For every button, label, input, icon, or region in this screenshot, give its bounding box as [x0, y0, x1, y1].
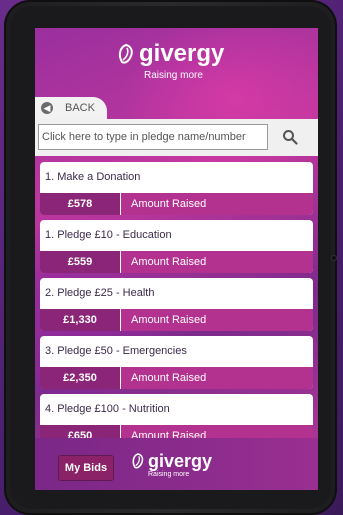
logo-tagline: Raising more	[144, 70, 203, 81]
amount-raised-label: Amount Raised	[131, 198, 207, 210]
footer-givergy-logo: givergy	[131, 452, 212, 470]
pledge-amount-bar: £559 Amount Raised	[40, 251, 313, 273]
footer-tagline: Raising more	[148, 471, 190, 478]
pledge-item[interactable]: 1. Pledge £10 - Education £559 Amount Ra…	[40, 220, 313, 273]
amount-raised-label: Amount Raised	[131, 372, 207, 384]
pledge-title: 2. Pledge £25 - Health	[45, 287, 155, 299]
back-label: BACK	[65, 102, 95, 114]
pledge-item[interactable]: 3. Pledge £50 - Emergencies £2,350 Amoun…	[40, 336, 313, 389]
givergy-logo-icon	[132, 453, 144, 469]
app-footer: My Bids givergy Raising more	[35, 438, 318, 490]
pledge-title: 1. Pledge £10 - Education	[45, 229, 172, 241]
pledge-amount: £559	[40, 251, 121, 273]
amount-raised-label: Amount Raised	[131, 314, 207, 326]
pledge-amount: £2,350	[40, 367, 121, 389]
pledge-amount-bar: £2,350 Amount Raised	[40, 367, 313, 389]
pledge-title: 3. Pledge £50 - Emergencies	[45, 345, 187, 357]
pledge-title: 4. Pledge £100 - Nutrition	[45, 403, 170, 415]
footer-logo-wordmark: givergy	[148, 451, 213, 471]
pledge-amount: £1,330	[40, 309, 121, 331]
pledge-amount-bar: £1,330 Amount Raised	[40, 309, 313, 331]
pledge-title: 1. Make a Donation	[45, 171, 141, 183]
logo-wordmark: givergy	[139, 40, 225, 67]
pledge-amount: £578	[40, 193, 121, 215]
search-button[interactable]	[275, 125, 305, 149]
app-header: givergy Raising more	[35, 28, 318, 90]
amount-raised-label: Amount Raised	[131, 256, 207, 268]
givergy-logo-icon	[118, 43, 133, 64]
back-button[interactable]: ◀ BACK	[35, 97, 107, 119]
pledge-amount-bar: £578 Amount Raised	[40, 193, 313, 215]
search-icon	[283, 130, 298, 145]
my-bids-button[interactable]: My Bids	[58, 455, 114, 481]
camera-dot	[331, 255, 337, 261]
pledge-item[interactable]: 2. Pledge £25 - Health £1,330 Amount Rai…	[40, 278, 313, 331]
search-bar	[35, 119, 318, 156]
pledge-item[interactable]: 1. Make a Donation £578 Amount Raised	[40, 162, 313, 215]
pledge-search-input[interactable]	[38, 124, 268, 150]
givergy-logo: givergy	[117, 42, 224, 66]
app-screen: givergy Raising more ◀ BACK 1. Make a Do…	[35, 28, 318, 490]
back-arrow-icon: ◀	[41, 102, 53, 114]
